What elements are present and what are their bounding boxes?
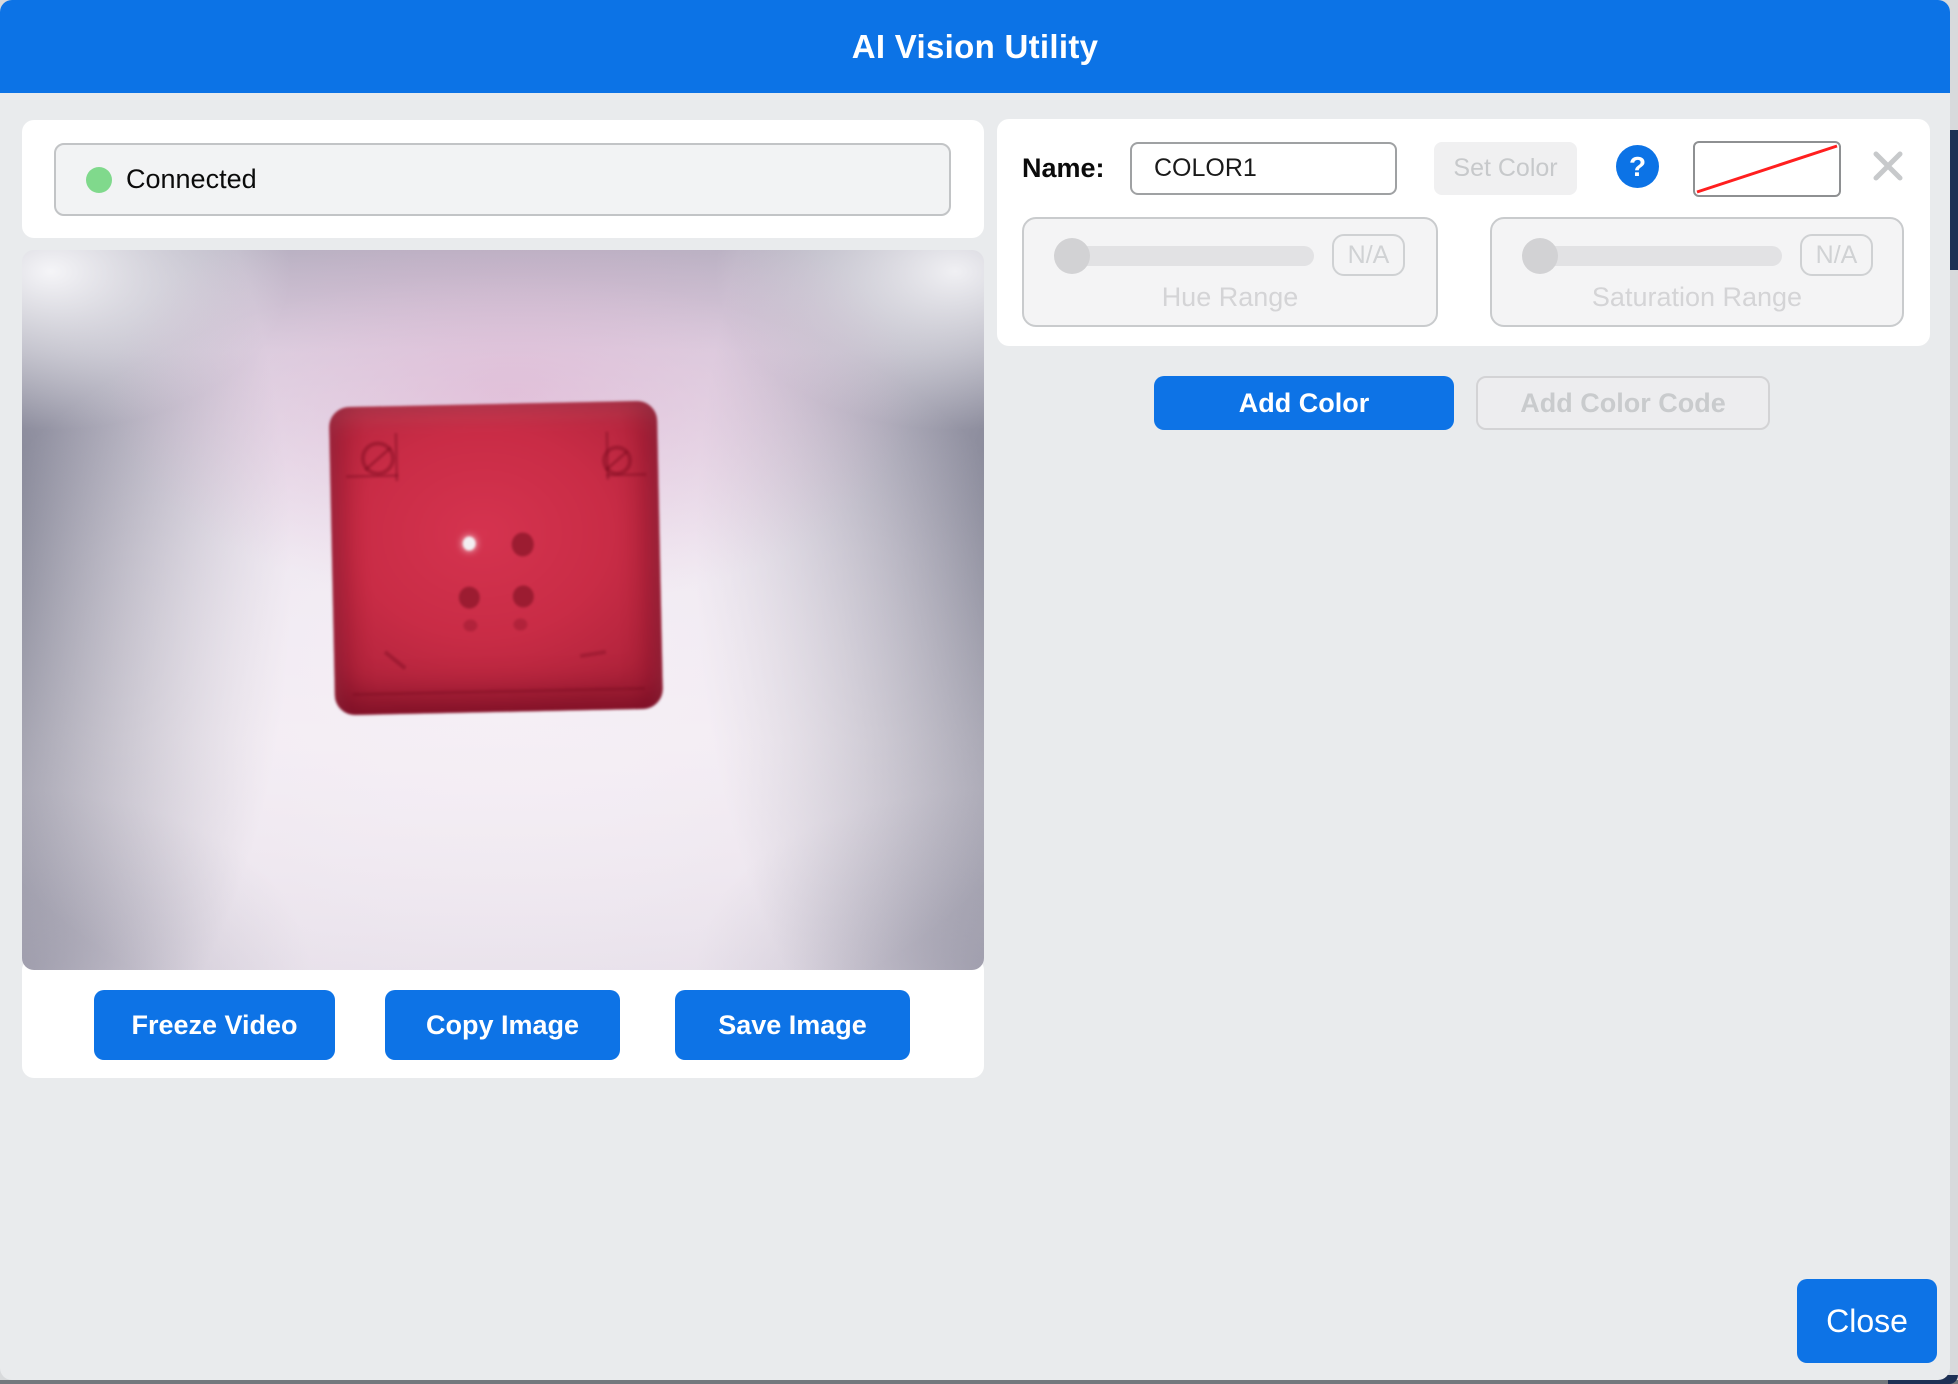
saturation-value-badge: N/A — [1800, 234, 1873, 276]
name-label: Name: — [1022, 153, 1105, 183]
add-color-button[interactable]: Add Color — [1154, 376, 1454, 430]
object-highlight-dot — [462, 536, 476, 551]
color-editor-card: Name: Set Color ? N/A Hue Range N/A Satu… — [997, 119, 1930, 346]
color-name-input[interactable] — [1130, 142, 1397, 195]
help-icon[interactable]: ? — [1616, 145, 1659, 188]
object-hole — [458, 586, 481, 609]
object-notch — [383, 650, 407, 670]
page-title: AI Vision Utility — [851, 27, 1099, 65]
object-hole — [513, 618, 528, 631]
hue-value-badge: N/A — [1332, 234, 1405, 276]
hue-range-panel: N/A Hue Range — [1022, 217, 1438, 327]
object-hole — [512, 585, 535, 608]
screen: { "header": { "title": "AI Vision Utilit… — [0, 0, 1958, 1384]
app-background-sliver-right — [1950, 130, 1958, 270]
hue-slider-track[interactable] — [1056, 246, 1314, 266]
camera-feed[interactable] — [22, 250, 984, 970]
add-color-code-button[interactable]: Add Color Code — [1476, 376, 1770, 430]
saturation-range-label: Saturation Range — [1591, 282, 1803, 312]
close-button[interactable]: Close — [1797, 1279, 1937, 1363]
set-color-button[interactable]: Set Color — [1434, 142, 1577, 195]
color-swatch-empty — [1693, 141, 1841, 197]
object-seam — [352, 686, 645, 697]
red-object — [328, 400, 664, 716]
hue-slider-thumb[interactable] — [1054, 238, 1090, 274]
object-screw-detail — [601, 445, 633, 476]
dialog-titlebar: AI Vision Utility — [0, 0, 1950, 93]
object-hole — [463, 619, 478, 632]
swatch-none-line — [1696, 144, 1838, 194]
video-actions-card: Freeze Video Copy Image Save Image — [22, 958, 984, 1078]
object-notch — [579, 649, 607, 659]
freeze-video-button[interactable]: Freeze Video — [94, 990, 335, 1060]
copy-image-button[interactable]: Copy Image — [385, 990, 620, 1060]
connection-status-box: Connected — [54, 143, 951, 216]
saturation-slider-track[interactable] — [1524, 246, 1782, 266]
connection-status-dot — [86, 166, 112, 193]
connection-status-label: Connected — [126, 164, 257, 194]
saturation-range-panel: N/A Saturation Range — [1490, 217, 1904, 327]
hue-range-label: Hue Range — [1161, 282, 1299, 312]
saturation-slider-thumb[interactable] — [1522, 238, 1558, 274]
save-image-button[interactable]: Save Image — [675, 990, 910, 1060]
object-hole — [511, 532, 534, 557]
connection-status-card: Connected — [22, 120, 984, 238]
camera-feed-scene — [22, 250, 984, 970]
window-bottom-edge — [0, 1380, 1958, 1384]
help-glyph: ? — [1628, 150, 1647, 182]
remove-color-icon[interactable] — [1871, 149, 1905, 183]
ai-vision-utility-dialog: AI Vision Utility Connected Freeze Video… — [0, 0, 1950, 1380]
object-screw-detail — [360, 441, 396, 476]
